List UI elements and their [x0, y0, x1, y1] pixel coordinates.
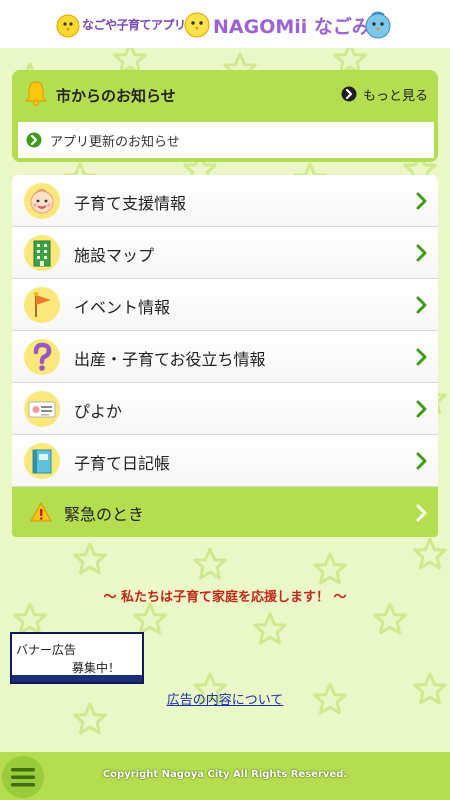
- blue-bird-icon: [365, 11, 391, 39]
- menu-label: 出産・子育てお役立ち情報: [74, 350, 266, 369]
- notice-title: 市からのお知らせ: [56, 87, 176, 105]
- chevron-right-icon: [416, 348, 427, 366]
- menu-item-facility-map[interactable]: 施設マップ: [12, 227, 438, 279]
- more-link[interactable]: もっと見る: [341, 85, 428, 104]
- arrow-circle-icon: [26, 132, 42, 148]
- chick-icon: [184, 12, 210, 38]
- city-notice-panel: 市からのお知らせ もっと見る アプリ更新のお知らせ: [12, 70, 438, 162]
- slogan-text: ～ 私たちは子育て家庭を応援します！ ～: [103, 590, 347, 605]
- menu-item-emergency[interactable]: 緊急のとき: [12, 487, 438, 537]
- footer: Copyright Nagoya City All Rights Reserve…: [0, 752, 450, 800]
- ad-info-link[interactable]: 広告の内容について: [0, 689, 450, 708]
- copyright-text: Copyright Nagoya City All Rights Reserve…: [102, 769, 348, 780]
- menu-item-diary[interactable]: 子育て日記帳: [12, 435, 438, 487]
- bell-icon: [25, 81, 47, 106]
- card-icon: [24, 391, 60, 427]
- chevron-right-icon: [416, 504, 427, 522]
- menu-label: 施設マップ: [74, 246, 155, 265]
- app-header: なごや子育てアプリ NAGOMii なごみー: [0, 0, 450, 48]
- warning-icon: [30, 501, 52, 522]
- menu-label: ぴよか: [74, 402, 123, 421]
- chevron-right-icon: [416, 192, 427, 210]
- building-icon: [24, 235, 60, 271]
- banner-bar: [12, 675, 142, 682]
- flag-icon: [24, 287, 60, 323]
- main-menu: 子育て支援情報 施設マップ イベント情報 出産・子育てお役立ち情報 ぴよか 子育…: [12, 175, 438, 537]
- banner-line1: バナー広告: [16, 643, 77, 657]
- menu-item-useful-info[interactable]: 出産・子育てお役立ち情報: [12, 331, 438, 383]
- app-logo: なごや子育てアプリ NAGOMii なごみー: [55, 4, 395, 44]
- chevron-right-icon: [416, 244, 427, 262]
- notice-item-label: アプリ更新のお知らせ: [50, 134, 180, 150]
- chevron-right-icon: [416, 296, 427, 314]
- arrow-circle-icon: [341, 86, 357, 102]
- menu-label: イベント情報: [74, 298, 171, 317]
- baby-face-icon: [24, 183, 60, 219]
- banner-ad[interactable]: バナー広告 募集中！: [10, 632, 144, 684]
- logo-subtitle: なごや子育てアプリ: [82, 18, 186, 32]
- chevron-right-icon: [416, 400, 427, 418]
- notice-item[interactable]: アプリ更新のお知らせ: [18, 122, 434, 158]
- banner-line2: 募集中！: [72, 661, 121, 675]
- menu-item-event-info[interactable]: イベント情報: [12, 279, 438, 331]
- menu-label: 子育て支援情報: [74, 194, 187, 213]
- menu-label: 緊急のとき: [64, 505, 145, 524]
- menu-item-piyoka[interactable]: ぴよか: [12, 383, 438, 435]
- chevron-right-icon: [416, 452, 427, 470]
- notebook-icon: [24, 443, 60, 479]
- more-label: もっと見る: [362, 88, 428, 104]
- menu-item-childcare-support[interactable]: 子育て支援情報: [12, 175, 438, 227]
- menu-label: 子育て日記帳: [74, 454, 171, 473]
- question-mark-icon: [24, 339, 60, 375]
- yellow-bird-icon: [56, 14, 80, 38]
